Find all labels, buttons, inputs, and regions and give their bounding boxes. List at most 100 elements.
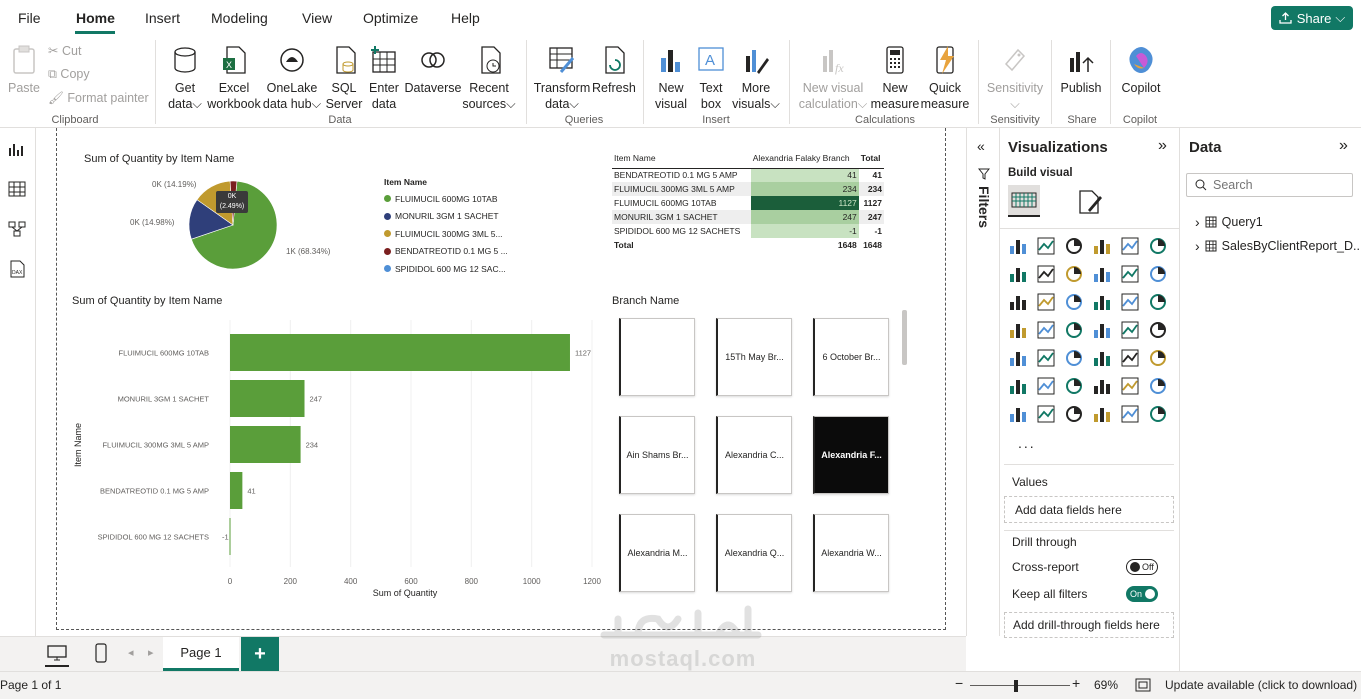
qa-icon[interactable] bbox=[1092, 376, 1112, 396]
line-clustered-column-icon[interactable] bbox=[1148, 264, 1168, 284]
dax-query-view-icon[interactable]: DAX bbox=[8, 260, 26, 278]
recent-sources-button[interactable]: Recent sources⌵ bbox=[462, 44, 516, 112]
matrix-header-total[interactable]: Total bbox=[859, 148, 884, 168]
clustered-bar-icon[interactable] bbox=[1064, 236, 1084, 256]
slicer-tile[interactable]: Alexandria W... bbox=[813, 514, 889, 592]
slicer-scrollbar[interactable] bbox=[902, 310, 907, 365]
100-bar-icon[interactable] bbox=[1120, 236, 1140, 256]
slicer-tile[interactable]: Alexandria F... bbox=[813, 416, 889, 494]
map-icon[interactable] bbox=[1036, 320, 1056, 340]
line-column-icon[interactable] bbox=[1120, 264, 1140, 284]
search-input[interactable] bbox=[1213, 178, 1343, 192]
stacked-area-icon[interactable] bbox=[1064, 264, 1084, 284]
copilot-button[interactable]: Copilot bbox=[1116, 44, 1166, 96]
slicer-tile[interactable]: 6 October Br... bbox=[813, 318, 889, 396]
menu-optimize[interactable]: Optimize bbox=[363, 10, 418, 26]
cut-button[interactable]: ✂ Cut bbox=[48, 43, 81, 58]
more-visuals-ellipsis[interactable]: ... bbox=[1018, 435, 1036, 451]
mobile-layout-icon[interactable] bbox=[94, 642, 108, 664]
treemap-icon[interactable] bbox=[1008, 320, 1028, 340]
data-search-box[interactable] bbox=[1186, 173, 1353, 197]
model-view-icon[interactable] bbox=[8, 220, 26, 238]
onelake-button[interactable]: OneLake data hub⌵ bbox=[262, 44, 322, 112]
pie-chart-icon[interactable] bbox=[1120, 292, 1140, 312]
slicer-tile[interactable]: Ain Shams Br... bbox=[619, 416, 695, 494]
quick-measure-button[interactable]: Quick measure bbox=[918, 44, 972, 112]
matrix-header-item[interactable]: Item Name bbox=[612, 148, 751, 168]
pie-legend-item[interactable]: FLUIMUCIL 600MG 10TAB bbox=[384, 190, 508, 208]
matrix-header-branch[interactable]: Alexandria Falaky Branch bbox=[751, 148, 859, 168]
excel-workbook-button[interactable]: X Excel workbook bbox=[206, 44, 262, 112]
zoom-in-button[interactable]: + bbox=[1072, 675, 1080, 691]
chevron-left-icon[interactable]: « bbox=[977, 138, 985, 154]
new-measure-button[interactable]: New measure bbox=[870, 44, 920, 112]
scatter-icon[interactable] bbox=[1092, 292, 1112, 312]
filled-map-icon[interactable] bbox=[1064, 320, 1084, 340]
add-drill-through-well[interactable]: Add drill-through fields here bbox=[1004, 612, 1174, 638]
transform-data-button[interactable]: Transform data⌵ bbox=[532, 44, 592, 112]
keep-filters-toggle[interactable]: On bbox=[1126, 586, 1158, 602]
more-arrow-icon[interactable] bbox=[1148, 404, 1168, 424]
matrix-row[interactable]: FLUIMUCIL 300MG 3ML 5 AMP 234 234 bbox=[612, 182, 884, 196]
add-page-button[interactable]: + bbox=[241, 637, 279, 671]
power-apps-icon[interactable] bbox=[1092, 404, 1112, 424]
format-visual-icon[interactable] bbox=[1076, 188, 1104, 216]
slicer-tile[interactable] bbox=[619, 318, 695, 396]
table-view-icon[interactable] bbox=[8, 180, 26, 198]
dataverse-button[interactable]: Dataverse bbox=[404, 44, 462, 96]
cross-report-toggle[interactable]: Off bbox=[1126, 559, 1158, 575]
area-chart-icon[interactable] bbox=[1036, 264, 1056, 284]
matrix-row[interactable]: BENDATREOTID 0.1 MG 5 AMP 41 41 bbox=[612, 168, 884, 182]
azure-map-icon[interactable] bbox=[1092, 320, 1112, 340]
format-painter-button[interactable]: 🖌 Format painter bbox=[48, 91, 149, 106]
waterfall-icon[interactable] bbox=[1036, 292, 1056, 312]
slicer-tile[interactable]: Alexandria C... bbox=[716, 416, 792, 494]
bar-chart[interactable]: 0 200 400 600 800 1000 1200 FLUIMUCIL 600MG 10T… bbox=[64, 315, 604, 605]
data-table-item[interactable]: › SalesByClientReport_D... bbox=[1195, 234, 1361, 258]
slicer-icon[interactable] bbox=[1064, 348, 1084, 368]
paginated-report-icon[interactable] bbox=[1008, 404, 1028, 424]
multi-row-card-icon[interactable] bbox=[1008, 348, 1028, 368]
menu-home[interactable]: Home bbox=[76, 10, 115, 26]
kpi-icon[interactable] bbox=[1036, 348, 1056, 368]
chevron-right-icon[interactable]: › bbox=[1195, 214, 1200, 230]
zoom-out-button[interactable]: − bbox=[955, 675, 963, 691]
update-available-link[interactable]: Update available (click to download) bbox=[1165, 678, 1357, 692]
menu-file[interactable]: File bbox=[18, 10, 41, 26]
stacked-column-icon[interactable] bbox=[1036, 236, 1056, 256]
paste-button[interactable]: Paste bbox=[6, 44, 42, 96]
pie-legend-item[interactable]: FLUIMUCIL 300MG 3ML 5... bbox=[384, 225, 508, 243]
sql-server-button[interactable]: SQL Server bbox=[324, 44, 364, 112]
page-next-icon[interactable]: ▸ bbox=[148, 646, 154, 659]
goals-icon[interactable] bbox=[1148, 376, 1168, 396]
menu-help[interactable]: Help bbox=[451, 10, 480, 26]
narrative-icon[interactable] bbox=[1064, 404, 1084, 424]
matrix-row[interactable]: FLUIMUCIL 600MG 10TAB 1127 1127 bbox=[612, 196, 884, 210]
ribbon-chart-icon[interactable] bbox=[1008, 292, 1028, 312]
line-chart-icon[interactable] bbox=[1008, 264, 1028, 284]
python-visual-icon[interactable] bbox=[1008, 376, 1028, 396]
report-view-icon[interactable] bbox=[8, 140, 26, 158]
data-table-item[interactable]: › Query1 bbox=[1195, 210, 1361, 234]
text-box-button[interactable]: A Text box bbox=[692, 44, 730, 112]
slicer-tile[interactable]: 15Th May Br... bbox=[716, 318, 792, 396]
filters-pane[interactable]: « Filters bbox=[966, 128, 1000, 636]
publish-button[interactable]: Publish bbox=[1056, 44, 1106, 96]
pie-legend-item[interactable]: MONURIL 3GM 1 SACHET bbox=[384, 208, 508, 226]
100-column-icon[interactable] bbox=[1148, 236, 1168, 256]
fit-to-page-icon[interactable] bbox=[1134, 677, 1152, 693]
copy-button[interactable]: ⧉ Copy bbox=[48, 67, 90, 82]
page-tab-1[interactable]: Page 1 bbox=[163, 637, 239, 671]
new-visual-button[interactable]: New visual bbox=[650, 44, 692, 112]
100-area-icon[interactable] bbox=[1092, 264, 1112, 284]
sensitivity-button[interactable]: Sensitivity ⌵ bbox=[984, 44, 1046, 112]
menu-modeling[interactable]: Modeling bbox=[211, 10, 268, 26]
add-data-fields-well[interactable]: Add data fields here bbox=[1004, 496, 1174, 523]
power-automate-icon[interactable] bbox=[1120, 404, 1140, 424]
pie-legend-item[interactable]: SPIDIDOL 600 MG 12 SAC... bbox=[384, 260, 508, 278]
slicer-tile[interactable]: Alexandria M... bbox=[619, 514, 695, 592]
card-icon[interactable] bbox=[1148, 320, 1168, 340]
share-button[interactable]: Share ⌵ bbox=[1271, 6, 1353, 30]
refresh-button[interactable]: Refresh bbox=[592, 44, 636, 96]
donut-chart-icon[interactable] bbox=[1148, 292, 1168, 312]
